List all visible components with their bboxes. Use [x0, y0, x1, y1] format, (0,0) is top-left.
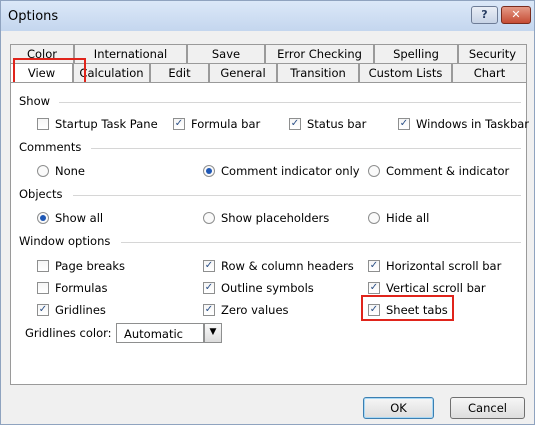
formula-bar-checkbox[interactable]: ✓ Formula bar	[173, 117, 260, 131]
view-tab-highlight	[13, 58, 86, 85]
tab-error-checking[interactable]: Error Checking	[265, 44, 374, 63]
gridlines-color-label: Gridlines color:	[25, 326, 112, 340]
chevron-down-icon[interactable]: ▼	[204, 323, 222, 343]
tab-general[interactable]: General	[209, 63, 277, 82]
checkmark-icon: ✓	[203, 304, 215, 316]
tab-chart[interactable]: Chart	[452, 63, 527, 82]
startup-task-pane-checkbox[interactable]: Startup Task Pane	[37, 117, 158, 131]
divider	[121, 242, 521, 243]
status-bar-checkbox[interactable]: ✓ Status bar	[289, 117, 366, 131]
ok-button[interactable]: OK	[363, 397, 434, 419]
checkmark-icon: ✓	[289, 118, 301, 130]
radio-label: Hide all	[386, 211, 430, 225]
radio-circle	[368, 212, 380, 224]
tab-security[interactable]: Security	[458, 44, 527, 63]
dropdown-value: Automatic	[124, 327, 183, 341]
tab-international[interactable]: International	[74, 44, 187, 63]
radio-label: Comment & indicator	[386, 164, 510, 178]
checkbox-label: Page breaks	[55, 259, 126, 273]
divider	[73, 195, 521, 196]
checkmark-icon: ✓	[368, 282, 380, 294]
objects-heading: Objects	[19, 187, 63, 201]
comment-indicator-only-radio[interactable]: Comment indicator only	[203, 164, 360, 178]
gridlines-color-dropdown[interactable]: Automatic	[116, 323, 204, 343]
horizontal-scroll-bar-checkbox[interactable]: ✓ Horizontal scroll bar	[368, 259, 501, 273]
windows-in-taskbar-checkbox[interactable]: ✓ Windows in Taskbar	[398, 117, 529, 131]
help-button[interactable]: ?	[471, 6, 498, 24]
tab-save[interactable]: Save	[187, 44, 265, 63]
hide-all-radio[interactable]: Hide all	[368, 211, 429, 225]
radio-circle-selected	[37, 212, 49, 224]
dialog-title: Options	[8, 9, 59, 24]
checkbox-box	[37, 260, 49, 272]
show-all-radio[interactable]: Show all	[37, 211, 103, 225]
checkbox-box	[37, 282, 49, 294]
checkbox-label: Windows in Taskbar	[416, 117, 530, 131]
checkbox-label: Horizontal scroll bar	[386, 259, 502, 273]
tab-row-2: View Calculation Edit General Transition…	[10, 63, 527, 82]
show-heading: Show	[19, 94, 51, 108]
checkbox-label: Zero values	[221, 303, 289, 317]
checkmark-icon: ✓	[398, 118, 410, 130]
radio-label: None	[55, 164, 86, 178]
checkbox-label: Status bar	[307, 117, 367, 131]
row-column-headers-checkbox[interactable]: ✓ Row & column headers	[203, 259, 354, 273]
comments-none-radio[interactable]: None	[37, 164, 85, 178]
checkmark-icon: ✓	[203, 282, 215, 294]
comment-and-indicator-radio[interactable]: Comment & indicator	[368, 164, 509, 178]
tab-transition[interactable]: Transition	[277, 63, 359, 82]
checkbox-label: Gridlines	[55, 303, 106, 317]
checkmark-icon: ✓	[37, 304, 49, 316]
options-dialog: Options ? ✕ Color International Save Err…	[0, 0, 535, 425]
divider	[59, 102, 521, 103]
show-placeholders-radio[interactable]: Show placeholders	[203, 211, 329, 225]
divider	[91, 148, 521, 149]
checkbox-label: Vertical scroll bar	[386, 281, 486, 295]
gridlines-checkbox[interactable]: ✓ Gridlines	[37, 303, 106, 317]
checkmark-icon: ✓	[173, 118, 185, 130]
tab-custom-lists[interactable]: Custom Lists	[359, 63, 452, 82]
page-breaks-checkbox[interactable]: Page breaks	[37, 259, 125, 273]
radio-label: Show all	[55, 211, 104, 225]
checkbox-label: Outline symbols	[221, 281, 314, 295]
checkbox-label: Row & column headers	[221, 259, 354, 273]
cancel-button[interactable]: Cancel	[450, 397, 525, 419]
checkmark-icon: ✓	[203, 260, 215, 272]
checkbox-label: Formulas	[55, 281, 108, 295]
outline-symbols-checkbox[interactable]: ✓ Outline symbols	[203, 281, 314, 295]
radio-circle	[37, 165, 49, 177]
radio-circle	[203, 212, 215, 224]
radio-circle	[368, 165, 380, 177]
vertical-scroll-bar-checkbox[interactable]: ✓ Vertical scroll bar	[368, 281, 486, 295]
checkmark-icon: ✓	[368, 260, 380, 272]
title-bar[interactable]: Options ? ✕	[1, 1, 534, 31]
checkbox-label: Formula bar	[191, 117, 261, 131]
close-button[interactable]: ✕	[501, 6, 531, 24]
comments-heading: Comments	[19, 140, 82, 154]
tab-row-1: Color International Save Error Checking …	[10, 44, 527, 63]
checkbox-box	[37, 118, 49, 130]
radio-circle-selected	[203, 165, 215, 177]
tab-edit[interactable]: Edit	[150, 63, 209, 82]
sheet-tabs-highlight	[361, 295, 454, 321]
tab-spelling[interactable]: Spelling	[374, 44, 458, 63]
zero-values-checkbox[interactable]: ✓ Zero values	[203, 303, 289, 317]
view-panel: Show Startup Task Pane ✓ Formula bar ✓ S…	[10, 82, 529, 385]
formulas-checkbox[interactable]: Formulas	[37, 281, 108, 295]
window-options-heading: Window options	[19, 234, 111, 248]
radio-label: Comment indicator only	[221, 164, 360, 178]
radio-label: Show placeholders	[221, 211, 330, 225]
checkbox-label: Startup Task Pane	[55, 117, 158, 131]
